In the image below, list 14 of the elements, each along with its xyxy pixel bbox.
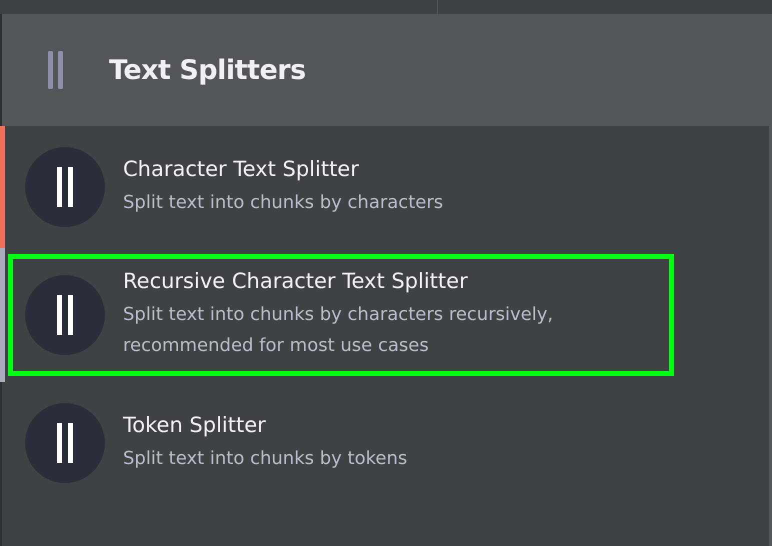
- item-title: Token Splitter: [123, 412, 267, 436]
- item-description: Split text into chunks by characters recursively, recommended for most use cases: [123, 303, 554, 358]
- item-title: Recursive Character Text Splitter: [123, 269, 469, 293]
- item-title: Character Text Splitter: [123, 156, 360, 180]
- drag-handle-icon: [25, 403, 105, 483]
- item-description: Split text into chunks by tokens: [123, 446, 408, 470]
- splitter-item[interactable]: Recursive Character Text Splitter Split text into chunks by characters recursively, recommended for most use cases: [8, 254, 674, 376]
- panel-title: Text Splitters: [109, 54, 306, 86]
- drag-handle-icon: [25, 275, 105, 355]
- splitter-item[interactable]: Token Splitter Split text into chunks by tokens: [8, 388, 674, 498]
- drag-handle-icon[interactable]: [47, 51, 65, 89]
- splitter-item[interactable]: Character Text Splitter Split text into chunks by characters: [8, 132, 674, 242]
- item-description: Split text into chunks by characters: [123, 190, 444, 214]
- drag-handle-icon: [25, 147, 105, 227]
